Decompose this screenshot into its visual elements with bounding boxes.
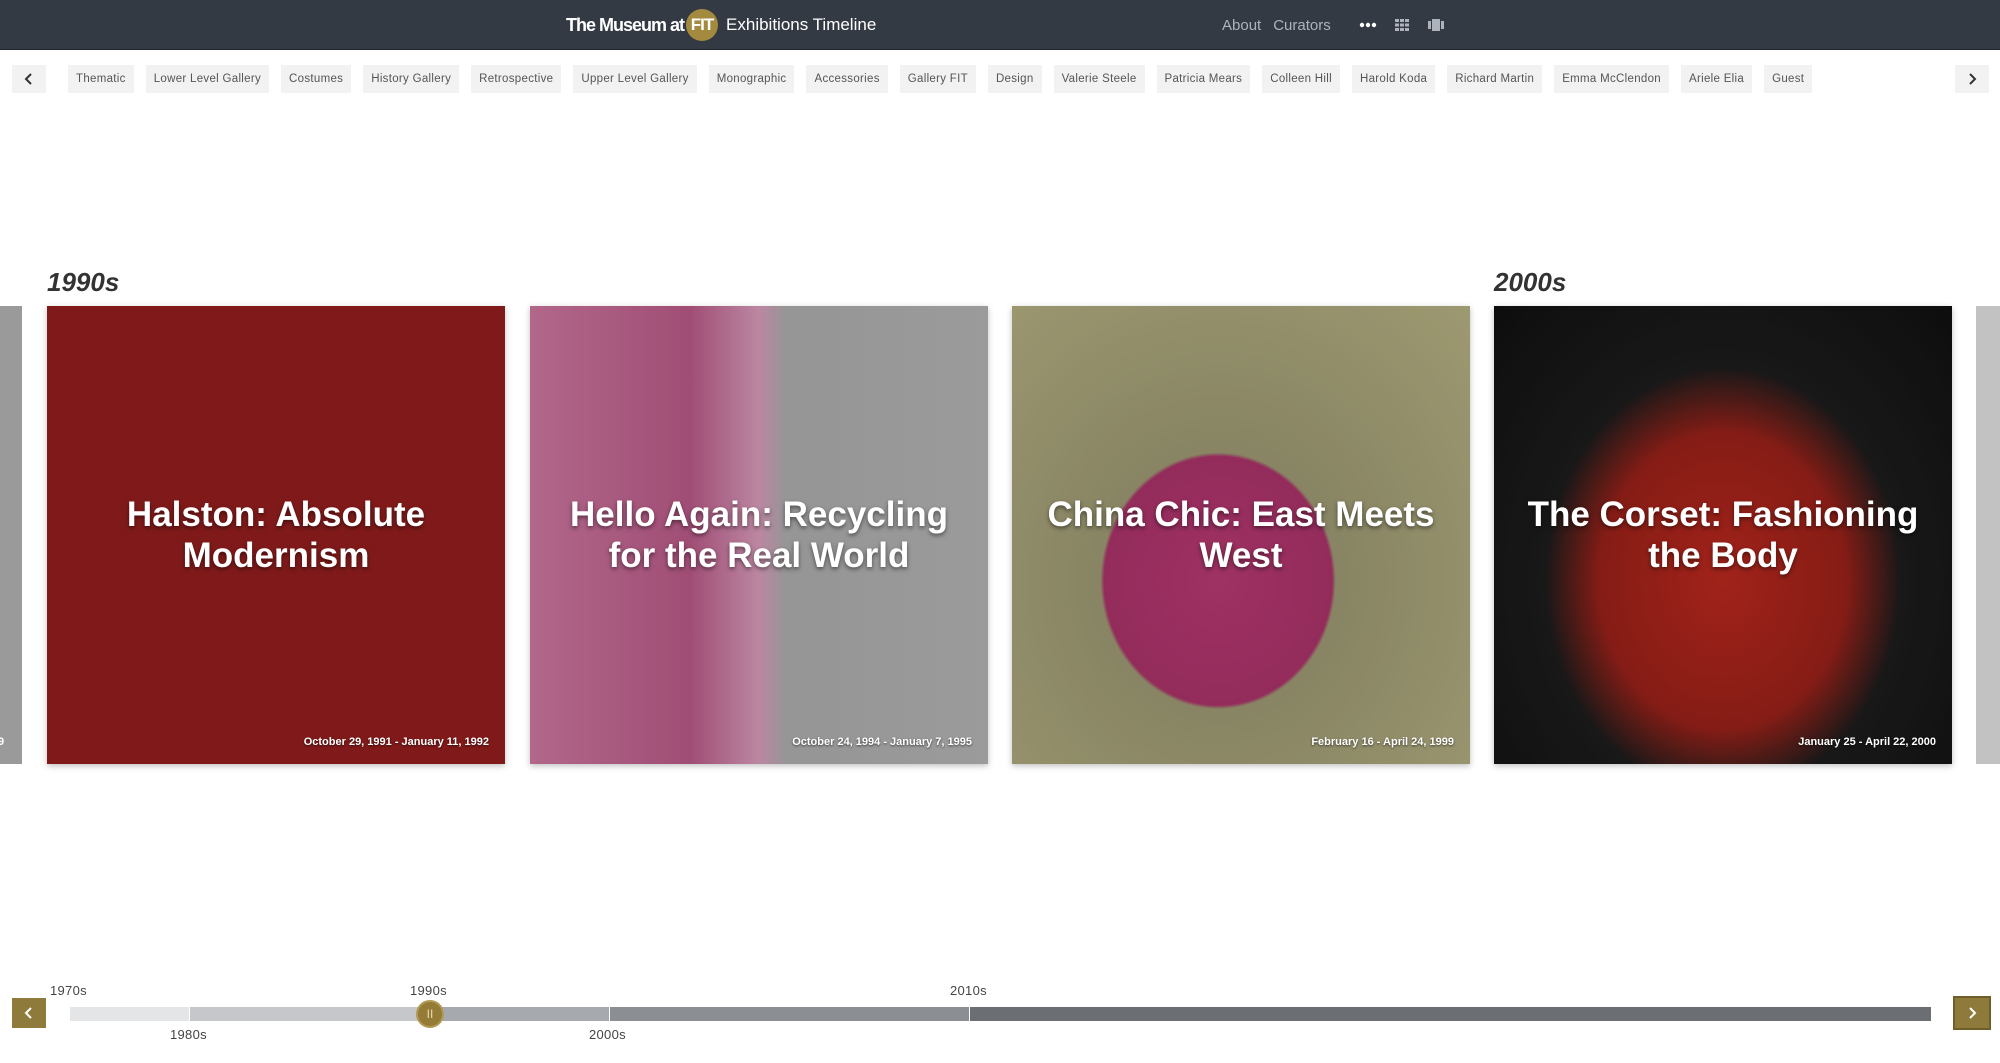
brand-badge: FIT: [686, 9, 719, 41]
filter-tag[interactable]: Richard Martin: [1447, 65, 1543, 93]
exhibition-card[interactable]: Halston: Absolute Modernism October 29, …: [47, 306, 505, 764]
top-bar: The Museum at FIT Exhibitions Timeline A…: [0, 0, 2000, 50]
filter-tag[interactable]: History Gallery: [363, 65, 460, 93]
filter-tag[interactable]: Thematic: [68, 65, 134, 93]
timeline-label-2010s: 2010s: [950, 983, 987, 998]
timeline-segment-2000s[interactable]: [610, 1007, 969, 1021]
filter-tag[interactable]: Colleen Hill: [1262, 65, 1340, 93]
chevron-right-icon: [1969, 73, 1977, 85]
filter-tag[interactable]: Design: [987, 65, 1042, 93]
filter-tag[interactable]: Guest: [1764, 65, 1813, 93]
timeline-next-button[interactable]: [1953, 996, 1991, 1030]
card-title: The Corset: Fashioning the Body: [1527, 495, 1919, 575]
card-date: February 16 - April 24, 1999: [1311, 736, 1454, 748]
chevron-left-icon: [24, 1007, 32, 1019]
filter-tag[interactable]: Patricia Mears: [1156, 65, 1251, 93]
page-title: Exhibitions Timeline: [726, 15, 877, 34]
timeline-segment-2010s[interactable]: [970, 1007, 1931, 1021]
grid-view-icon[interactable]: [1393, 16, 1411, 34]
decade-heading-1990s: 1990s: [47, 267, 120, 297]
timeline-label-2000s: 2000s: [589, 1027, 626, 1042]
decade-heading-2000s: 2000s: [1494, 267, 1567, 297]
timeline-segment-1990s[interactable]: [430, 1007, 609, 1021]
card-date: 9: [0, 736, 5, 748]
exhibition-card[interactable]: China Chic: East Meets West February 16 …: [1012, 306, 1470, 764]
card-title: Halston: Absolute Modernism: [126, 495, 426, 575]
filter-tag[interactable]: Gallery FIT: [899, 65, 976, 93]
filter-tag[interactable]: Harold Koda: [1351, 65, 1436, 93]
timeline-slider-handle[interactable]: II: [416, 1000, 444, 1028]
top-nav: About Curators: [1222, 0, 1445, 50]
previous-exhibition-card-partial[interactable]: 9: [0, 306, 22, 764]
filter-tag-bar: Thematic Lower Level Gallery Costumes Histo…: [0, 50, 2000, 106]
card-date: October 29, 1991 - January 11, 1992: [303, 736, 489, 748]
filter-tag[interactable]: Monographic: [708, 65, 795, 93]
filter-tag[interactable]: Ariele Elia: [1681, 65, 1753, 93]
tag-list: Thematic Lower Level Gallery Costumes Histo…: [68, 65, 1930, 93]
carousel-view-icon[interactable]: [1427, 16, 1445, 34]
filter-tag[interactable]: Lower Level Gallery: [145, 65, 270, 93]
card-title: Hello Again: Recycling for the Real Worl…: [570, 495, 948, 575]
next-exhibition-card-partial[interactable]: [1976, 306, 2000, 764]
card-title: China Chic: East Meets West: [1047, 495, 1435, 575]
tags-scroll-left-button[interactable]: [12, 65, 46, 93]
filter-tag[interactable]: Accessories: [806, 65, 888, 93]
timeline-label-1990s: 1990s: [410, 983, 447, 998]
filter-tag[interactable]: Retrospective: [471, 65, 562, 93]
brand-name: The Museum at: [566, 14, 685, 35]
filter-tag[interactable]: Upper Level Gallery: [573, 65, 697, 93]
timeline-prev-button[interactable]: [12, 998, 46, 1028]
exhibition-card[interactable]: The Corset: Fashioning the Body January …: [1494, 306, 1952, 764]
timeline-segment-1970s[interactable]: [70, 1007, 189, 1021]
chevron-left-icon: [24, 73, 32, 85]
timeline-label-1970s: 1970s: [50, 983, 87, 998]
filter-tag[interactable]: Emma McClendon: [1554, 65, 1669, 93]
card-date: January 25 - April 22, 2000: [1798, 736, 1936, 748]
chevron-right-icon: [1969, 1007, 1977, 1019]
filter-tag[interactable]: Valerie Steele: [1053, 65, 1145, 93]
filter-tag[interactable]: Costumes: [281, 65, 352, 93]
nav-curators-link[interactable]: Curators: [1273, 17, 1331, 34]
timeline-label-1980s: 1980s: [170, 1027, 207, 1042]
nav-about-link[interactable]: About: [1222, 17, 1261, 34]
exhibition-card[interactable]: Hello Again: Recycling for the Real Worl…: [530, 306, 988, 764]
tags-scroll-right-button[interactable]: [1955, 65, 1989, 93]
more-icon[interactable]: [1359, 16, 1377, 34]
card-date: October 24, 1994 - January 7, 1995: [792, 736, 972, 748]
site-logo[interactable]: The Museum at FIT Exhibitions Timeline: [566, 9, 876, 41]
timeline-segment-1980s[interactable]: [190, 1007, 429, 1021]
